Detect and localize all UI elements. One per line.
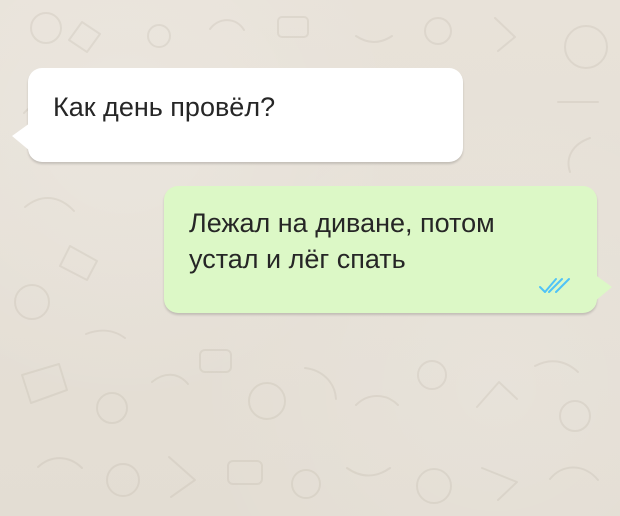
incoming-message-text: Как день провёл? <box>53 92 276 122</box>
outgoing-message-bubble[interactable]: Лежал на диване, потом устал и лёг спать <box>164 186 612 313</box>
incoming-message-bubble[interactable]: Как день провёл? <box>12 68 463 162</box>
outgoing-message-text: Лежал на диване, потом устал и лёг спать <box>189 208 495 274</box>
double-check-icon <box>539 278 570 293</box>
